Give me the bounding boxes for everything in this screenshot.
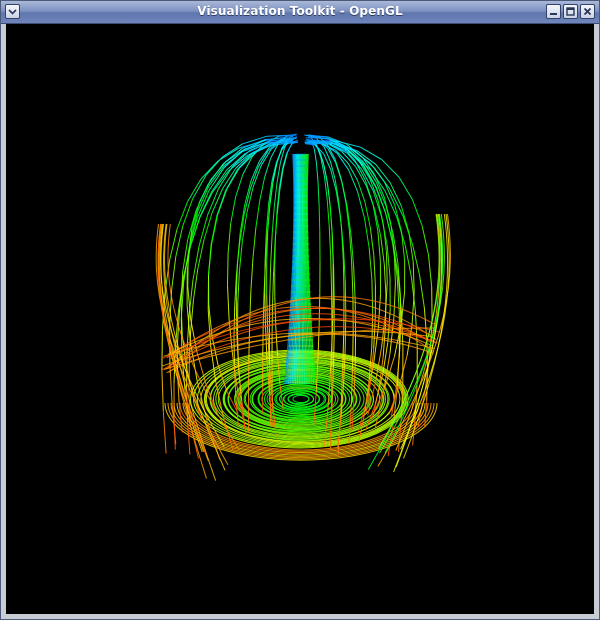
- render-viewport[interactable]: [6, 24, 594, 614]
- arch-streamline: [333, 332, 335, 368]
- arch-streamline: [271, 303, 274, 334]
- vtk-window: Visualization Toolkit - OpenGL: [0, 0, 600, 620]
- arch-streamline: [271, 389, 274, 413]
- arch-streamline: [386, 252, 388, 283]
- arch-streamline: [161, 330, 163, 371]
- minimize-icon: [550, 13, 557, 15]
- maximize-icon: [566, 7, 575, 16]
- minimize-button[interactable]: [546, 4, 561, 19]
- arch-streamline: [264, 292, 266, 326]
- window-title: Visualization Toolkit - OpenGL: [197, 4, 403, 18]
- arch-streamline: [318, 204, 321, 232]
- title-bar[interactable]: Visualization Toolkit - OpenGL: [1, 1, 599, 24]
- arch-streamline: [262, 326, 264, 358]
- close-button[interactable]: [580, 4, 595, 19]
- streamline-scene: [6, 24, 594, 614]
- close-icon: [583, 7, 592, 16]
- arch-streamline: [227, 252, 229, 286]
- maximize-button[interactable]: [563, 4, 578, 19]
- arch-streamline: [333, 266, 335, 300]
